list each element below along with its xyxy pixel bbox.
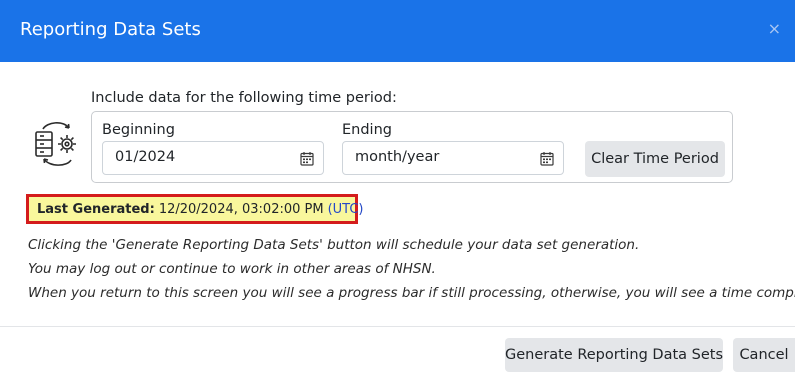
calendar-icon[interactable] xyxy=(300,151,314,166)
generate-reporting-data-sets-button[interactable]: Generate Reporting Data Sets xyxy=(505,338,723,372)
dialog-title: Reporting Data Sets xyxy=(20,19,201,40)
time-period-intro: Include data for the following time peri… xyxy=(91,90,397,106)
note-line-2: You may log out or continue to work in o… xyxy=(28,261,436,277)
ending-label: Ending xyxy=(342,122,392,138)
database-refresh-gear-icon xyxy=(35,122,76,166)
time-period-range: Beginning 01/2024 Ending month/year Clea… xyxy=(91,111,733,183)
timezone-label: (UTC) xyxy=(327,201,364,217)
last-generated-label: Last Generated: xyxy=(37,201,155,217)
beginning-date-input[interactable]: 01/2024 xyxy=(102,141,324,175)
close-button[interactable]: × xyxy=(768,19,781,39)
beginning-date-value: 01/2024 xyxy=(115,149,176,165)
cancel-button[interactable]: Cancel xyxy=(733,338,795,372)
footer-divider xyxy=(0,326,795,327)
last-generated-status: Last Generated: 12/20/2024, 03:02:00 PM … xyxy=(26,194,364,224)
note-line-3: When you return to this screen you will … xyxy=(28,285,795,301)
ending-date-placeholder: month/year xyxy=(355,149,440,165)
beginning-label: Beginning xyxy=(102,122,175,138)
ending-date-input[interactable]: month/year xyxy=(342,141,564,175)
note-line-1: Clicking the 'Generate Reporting Data Se… xyxy=(28,237,640,253)
dialog-header: Reporting Data Sets × xyxy=(0,0,795,62)
last-generated-value: 12/20/2024, 03:02:00 PM xyxy=(158,201,324,217)
clear-time-period-button[interactable]: Clear Time Period xyxy=(585,141,725,177)
calendar-icon[interactable] xyxy=(540,151,554,166)
